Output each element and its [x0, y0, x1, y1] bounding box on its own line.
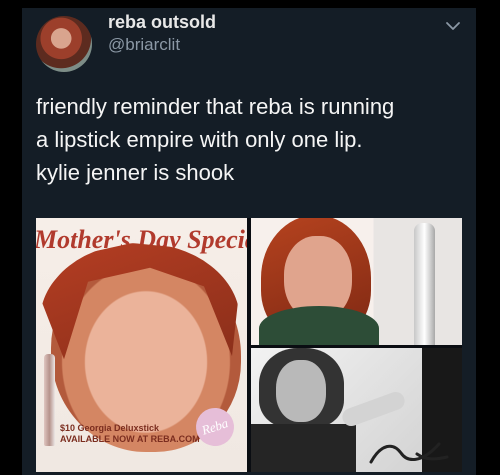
photo-face	[276, 360, 326, 422]
portrait-image[interactable]	[251, 218, 462, 345]
signature-graphic	[369, 442, 449, 464]
promo-caption: $10 Georgia Deluxstick AVAILABLE NOW AT …	[60, 423, 200, 445]
tweet-text: friendly reminder that reba is running a…	[36, 90, 466, 189]
avatar[interactable]	[36, 16, 92, 72]
makeup-photo[interactable]	[251, 348, 462, 472]
tweet-text-line: friendly reminder that reba is running	[36, 94, 395, 119]
tweet-text-line: kylie jenner is shook	[36, 160, 235, 185]
tweet-card: reba outsold @briarclit friendly reminde…	[22, 8, 476, 475]
tweet-text-line: a lipstick empire with only one lip.	[36, 127, 363, 152]
promo-image[interactable]: Mother's Day Special! $10 Georgia Deluxs…	[36, 218, 247, 472]
media-grid[interactable]: Mother's Day Special! $10 Georgia Deluxs…	[36, 218, 462, 472]
lipstick-icon	[44, 354, 55, 446]
chevron-down-icon[interactable]	[443, 16, 463, 36]
promo-caption-line: $10 Georgia Deluxstick	[60, 423, 160, 433]
promo-caption-line: AVAILABLE NOW AT REBA.COM	[60, 434, 200, 444]
display-name[interactable]: reba outsold	[108, 12, 216, 33]
handle[interactable]: @briarclit	[108, 35, 180, 55]
portrait-shoulder	[259, 306, 379, 345]
lipstick-icon	[414, 223, 435, 345]
photo-body	[251, 424, 356, 472]
makeup-artist-arm	[339, 389, 408, 429]
